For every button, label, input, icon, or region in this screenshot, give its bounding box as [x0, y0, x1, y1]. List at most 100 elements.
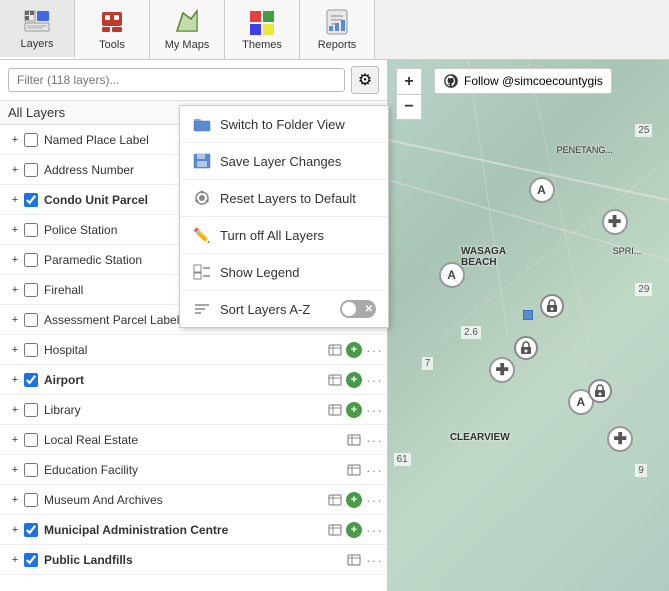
dots-menu-10[interactable]: ···: [366, 402, 383, 418]
gear-button[interactable]: ⚙: [351, 66, 379, 94]
map-label-penetang: PENETANG...: [557, 145, 613, 155]
map-number-26: 2.6: [461, 326, 481, 339]
layer-item-10: +Library+···: [0, 395, 387, 425]
menu-item-turn-off-all[interactable]: ✏️ Turn off All Layers: [180, 217, 388, 254]
menu-item-folder-view[interactable]: Switch to Folder View: [180, 106, 388, 143]
dots-menu-12[interactable]: ···: [366, 462, 383, 478]
expand-button-5[interactable]: +: [8, 253, 22, 267]
layer-checkbox-1[interactable]: [24, 133, 38, 147]
layer-name-11: Local Real Estate: [44, 433, 346, 447]
table-icon-14[interactable]: [327, 523, 343, 537]
sort-toggle[interactable]: ✕: [340, 300, 376, 318]
map-feature-blue: [523, 310, 533, 320]
expand-button-6[interactable]: +: [8, 283, 22, 297]
dots-menu-11[interactable]: ···: [366, 432, 383, 448]
menu-label-folder-view: Switch to Folder View: [220, 117, 345, 132]
green-plus-icon-10[interactable]: +: [346, 402, 362, 418]
tools-icon: [97, 9, 127, 35]
nav-item-themes[interactable]: Themes: [225, 0, 300, 59]
dots-menu-8[interactable]: ···: [366, 342, 383, 358]
layer-checkbox-15[interactable]: [24, 553, 38, 567]
layer-name-10: Library: [44, 403, 327, 417]
layer-item-13: +Museum And Archives+···: [0, 485, 387, 515]
filter-input[interactable]: [8, 68, 345, 92]
reset-icon: [192, 188, 212, 208]
map-roads: [388, 60, 669, 591]
expand-button-13[interactable]: +: [8, 493, 22, 507]
layer-checkbox-5[interactable]: [24, 253, 38, 267]
layer-icons-9: +: [327, 372, 362, 388]
menu-label-turn-off-all: Turn off All Layers: [220, 228, 324, 243]
expand-button-15[interactable]: +: [8, 553, 22, 567]
expand-button-12[interactable]: +: [8, 463, 22, 477]
menu-item-reset-default[interactable]: Reset Layers to Default: [180, 180, 388, 217]
layer-checkbox-7[interactable]: [24, 313, 38, 327]
layer-icons-11: [346, 433, 362, 447]
github-button[interactable]: Follow @simcoecountygis: [434, 68, 612, 94]
map-marker-lock2: [514, 336, 538, 360]
left-panel: ⚙ All Layers ▼ +Named Place Label+···+Ad…: [0, 60, 388, 591]
map-label-clearview: CLEARVIEW: [450, 432, 510, 443]
pencil-icon: ✏️: [192, 225, 212, 245]
nav-item-mymaps[interactable]: My Maps: [150, 0, 225, 59]
menu-item-save-changes[interactable]: Save Layer Changes: [180, 143, 388, 180]
menu-item-show-legend[interactable]: Show Legend: [180, 254, 388, 291]
map-marker-nav3: ✚: [607, 426, 633, 452]
layer-checkbox-11[interactable]: [24, 433, 38, 447]
expand-button-9[interactable]: +: [8, 373, 22, 387]
expand-button-4[interactable]: +: [8, 223, 22, 237]
table-icon-12[interactable]: [346, 463, 362, 477]
layer-name-15: Public Landfills: [44, 553, 346, 567]
table-icon-15[interactable]: [346, 553, 362, 567]
layer-checkbox-8[interactable]: [24, 343, 38, 357]
nav-item-tools[interactable]: Tools: [75, 0, 150, 59]
layer-checkbox-14[interactable]: [24, 523, 38, 537]
layer-icons-12: [346, 463, 362, 477]
green-plus-icon-14[interactable]: +: [346, 522, 362, 538]
table-icon-9[interactable]: [327, 373, 343, 387]
toggle-thumb: [342, 302, 356, 316]
expand-button-14[interactable]: +: [8, 523, 22, 537]
expand-button-11[interactable]: +: [8, 433, 22, 447]
layer-checkbox-4[interactable]: [24, 223, 38, 237]
layer-checkbox-10[interactable]: [24, 403, 38, 417]
expand-button-2[interactable]: +: [8, 163, 22, 177]
layer-name-14: Municipal Administration Centre: [44, 523, 327, 537]
top-nav: Layers Tools My Maps: [0, 0, 669, 60]
layer-checkbox-6[interactable]: [24, 283, 38, 297]
layer-checkbox-2[interactable]: [24, 163, 38, 177]
expand-button-10[interactable]: +: [8, 403, 22, 417]
dots-menu-13[interactable]: ···: [366, 492, 383, 508]
map-number-29: 29: [635, 283, 652, 296]
dots-menu-14[interactable]: ···: [366, 522, 383, 538]
layer-checkbox-3[interactable]: [24, 193, 38, 207]
expand-button-3[interactable]: +: [8, 193, 22, 207]
expand-button-7[interactable]: +: [8, 313, 22, 327]
green-plus-icon-13[interactable]: +: [346, 492, 362, 508]
layer-item-15: + Public Landfills ···: [0, 545, 387, 575]
expand-button-1[interactable]: +: [8, 133, 22, 147]
green-plus-icon-8[interactable]: +: [346, 342, 362, 358]
layer-checkbox-12[interactable]: [24, 463, 38, 477]
dots-menu-15[interactable]: ···: [366, 552, 383, 568]
filter-bar: ⚙: [0, 60, 387, 101]
menu-label-reset-default: Reset Layers to Default: [220, 191, 356, 206]
table-icon-10[interactable]: [327, 403, 343, 417]
layer-checkbox-9[interactable]: [24, 373, 38, 387]
zoom-out-button[interactable]: −: [396, 94, 422, 120]
zoom-in-button[interactable]: +: [396, 68, 422, 94]
layer-name-12: Education Facility: [44, 463, 346, 477]
table-icon-8[interactable]: [327, 343, 343, 357]
layer-checkbox-13[interactable]: [24, 493, 38, 507]
layer-item-11: + Local Real Estate ···: [0, 425, 387, 455]
table-icon-11[interactable]: [346, 433, 362, 447]
table-icon-13[interactable]: [327, 493, 343, 507]
nav-item-reports[interactable]: Reports: [300, 0, 375, 59]
green-plus-icon-9[interactable]: +: [346, 372, 362, 388]
dots-menu-9[interactable]: ···: [366, 372, 383, 388]
expand-button-8[interactable]: +: [8, 343, 22, 357]
nav-item-layers[interactable]: Layers: [0, 0, 75, 59]
layer-item-14: +Municipal Administration Centre+···: [0, 515, 387, 545]
map-number-25: 25: [635, 124, 652, 137]
map-number-7: 7: [422, 357, 434, 370]
